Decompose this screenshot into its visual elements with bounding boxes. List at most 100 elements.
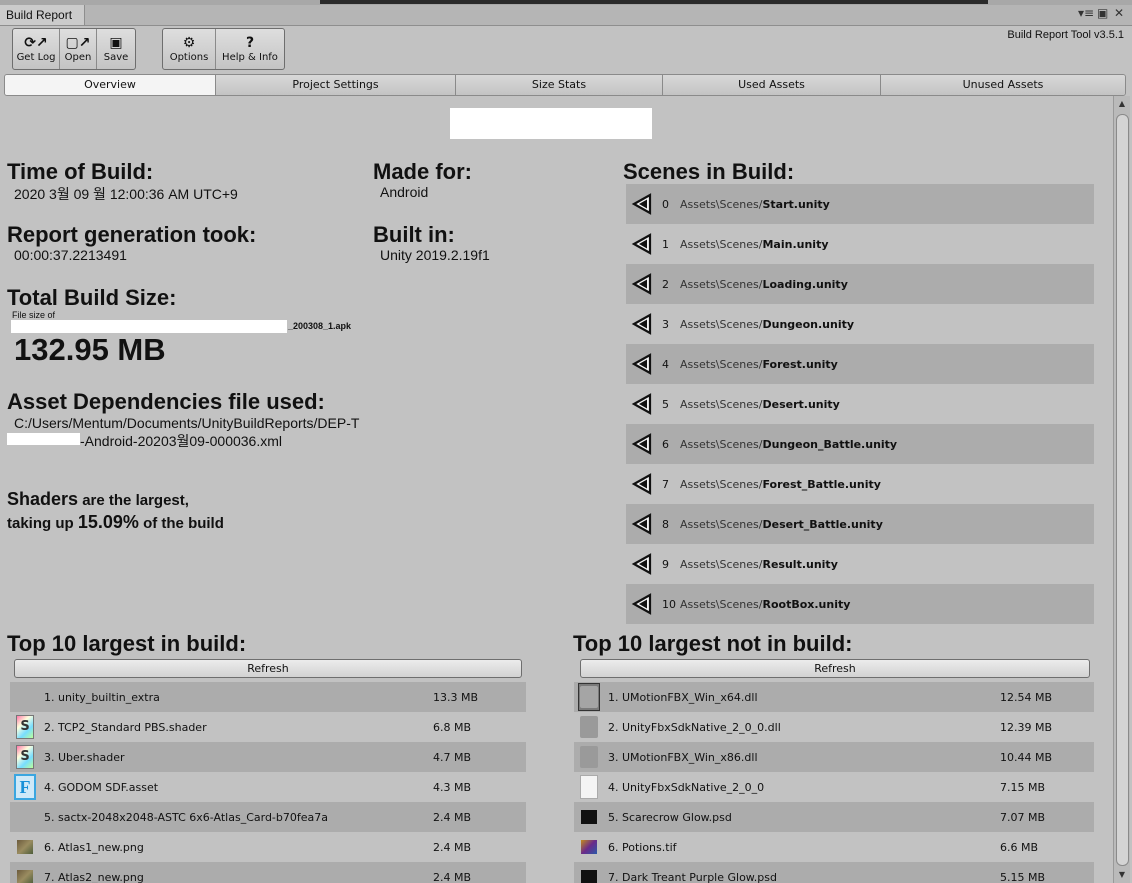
tab-used-assets[interactable]: Used Assets bbox=[663, 75, 881, 95]
asset-size: 10.44 MB bbox=[1000, 750, 1053, 764]
built-in-value: Unity 2019.2.19f1 bbox=[380, 247, 490, 263]
asset-row[interactable]: 2. UnityFbxSdkNative_2_0_0.dll 12.39 MB bbox=[574, 712, 1094, 742]
asset-row[interactable]: 6. Potions.tif 6.6 MB bbox=[574, 832, 1094, 862]
get-log-label: Get Log bbox=[16, 52, 56, 63]
scroll-down-icon[interactable]: ▼ bbox=[1114, 869, 1130, 881]
asset-row[interactable]: 7. Atlas2_new.png 2.4 MB bbox=[10, 862, 526, 883]
scene-row[interactable]: 2 Assets\Scenes/Loading.unity bbox=[626, 264, 1094, 304]
options-label: Options bbox=[169, 52, 209, 63]
window-tab[interactable]: Build Report bbox=[0, 5, 86, 25]
asset-row[interactable]: F 4. GODOM SDF.asset 4.3 MB bbox=[10, 772, 526, 802]
asset-size: 13.3 MB bbox=[433, 690, 479, 704]
largest-summary-line1: Shaders are the largest, bbox=[7, 489, 189, 510]
close-icon[interactable]: ✕ bbox=[1114, 6, 1124, 20]
asset-row[interactable]: 5. sactx-2048x2048-ASTC 6x6-Atlas_Card-b… bbox=[10, 802, 526, 832]
scene-directory: Assets\Scenes/ bbox=[680, 277, 763, 291]
shader-icon: S bbox=[16, 745, 34, 769]
scene-file: Loading.unity bbox=[762, 277, 848, 291]
save-button[interactable]: ▣ Save bbox=[97, 29, 135, 69]
open-icon: ▢↗ bbox=[65, 35, 91, 51]
menu-icon[interactable]: ▾≡ bbox=[1078, 6, 1094, 20]
asset-icon bbox=[578, 835, 600, 859]
help-button[interactable]: ? Help & Info bbox=[216, 29, 284, 69]
scene-file: Forest_Battle.unity bbox=[762, 477, 881, 491]
asset-icon bbox=[14, 865, 36, 883]
scroll-up-icon[interactable]: ▲ bbox=[1114, 98, 1130, 110]
help-label: Help & Info bbox=[222, 52, 278, 63]
asset-row[interactable]: S 2. TCP2_Standard PBS.shader 6.8 MB bbox=[10, 712, 526, 742]
asset-icon bbox=[578, 715, 600, 739]
asset-size: 4.7 MB bbox=[433, 750, 472, 764]
asset-row[interactable]: 1. unity_builtin_extra 13.3 MB bbox=[10, 682, 526, 712]
scene-index: 2 bbox=[662, 277, 669, 291]
scene-directory: Assets\Scenes/ bbox=[680, 597, 763, 611]
scene-file: Dungeon_Battle.unity bbox=[762, 437, 898, 451]
dll-icon bbox=[580, 716, 598, 738]
asset-size: 7.07 MB bbox=[1000, 810, 1046, 824]
refresh-not-in-build-button[interactable]: Refresh bbox=[580, 659, 1090, 678]
asset-size: 2.4 MB bbox=[433, 870, 472, 883]
file-icon bbox=[580, 775, 598, 799]
vertical-scrollbar[interactable]: ▲ ▼ bbox=[1113, 96, 1130, 883]
refresh-in-build-button[interactable]: Refresh bbox=[14, 659, 522, 678]
info-button-group: ⚙ Options ? Help & Info bbox=[162, 28, 285, 70]
asset-row[interactable]: 1. UMotionFBX_Win_x64.dll 12.54 MB bbox=[574, 682, 1094, 712]
open-button[interactable]: ▢↗ Open bbox=[60, 29, 97, 69]
redacted-deps-name bbox=[7, 433, 80, 445]
unity-scene-icon bbox=[630, 431, 656, 457]
made-for-heading: Made for: bbox=[373, 159, 472, 184]
asset-size: 2.4 MB bbox=[433, 840, 472, 854]
unity-scene-icon bbox=[630, 351, 656, 377]
scene-row[interactable]: 4 Assets\Scenes/Forest.unity bbox=[626, 344, 1094, 384]
tab-unused-assets[interactable]: Unused Assets bbox=[881, 75, 1125, 95]
scene-directory: Assets\Scenes/ bbox=[680, 557, 763, 571]
get-log-button[interactable]: ⟳↗ Get Log bbox=[13, 29, 60, 69]
top-not-in-build-list: 1. UMotionFBX_Win_x64.dll 12.54 MB 2. Unit… bbox=[574, 682, 1094, 883]
tab-bar: Overview Project Settings Size Stats Use… bbox=[4, 74, 1126, 96]
asset-icon bbox=[14, 685, 36, 709]
asset-deps-path-line1: C:/Users/Mentum/Documents/UnityBuildRepo… bbox=[14, 415, 360, 431]
asset-row[interactable]: 7. Dark Treant Purple Glow.psd 5.15 MB bbox=[574, 862, 1094, 883]
scene-row[interactable]: 3 Assets\Scenes/Dungeon.unity bbox=[626, 304, 1094, 344]
scene-row[interactable]: 9 Assets\Scenes/Result.unity bbox=[626, 544, 1094, 584]
largest-percent: 15.09% bbox=[77, 512, 139, 532]
tab-size-stats[interactable]: Size Stats bbox=[456, 75, 663, 95]
unity-scene-icon bbox=[630, 191, 656, 217]
asset-size: 2.4 MB bbox=[433, 810, 472, 824]
report-generation-heading: Report generation took: bbox=[7, 222, 257, 247]
scene-index: 10 bbox=[662, 597, 676, 611]
asset-row[interactable]: 5. Scarecrow Glow.psd 7.07 MB bbox=[574, 802, 1094, 832]
asset-row[interactable]: 6. Atlas1_new.png 2.4 MB bbox=[10, 832, 526, 862]
scene-directory: Assets\Scenes/ bbox=[680, 237, 763, 251]
scene-row[interactable]: 10 Assets\Scenes/RootBox.unity bbox=[626, 584, 1094, 624]
version-label: Build Report Tool v3.5.1 bbox=[1007, 29, 1124, 41]
maximize-icon[interactable]: ▣ bbox=[1097, 6, 1108, 20]
scene-row[interactable]: 8 Assets\Scenes/Desert_Battle.unity bbox=[626, 504, 1094, 544]
scene-file: Desert.unity bbox=[762, 397, 840, 411]
time-of-build-heading: Time of Build: bbox=[7, 159, 154, 184]
tab-overview[interactable]: Overview bbox=[5, 75, 216, 95]
scene-row[interactable]: 5 Assets\Scenes/Desert.unity bbox=[626, 384, 1094, 424]
tab-project-settings[interactable]: Project Settings bbox=[216, 75, 456, 95]
scene-directory: Assets\Scenes/ bbox=[680, 197, 763, 211]
gear-icon: ⚙ bbox=[182, 35, 196, 51]
scene-row[interactable]: 7 Assets\Scenes/Forest_Battle.unity bbox=[626, 464, 1094, 504]
asset-row[interactable]: 4. UnityFbxSdkNative_2_0_0 7.15 MB bbox=[574, 772, 1094, 802]
scrollbar-thumb[interactable] bbox=[1116, 114, 1129, 866]
scene-row[interactable]: 1 Assets\Scenes/Main.unity bbox=[626, 224, 1094, 264]
scene-directory: Assets\Scenes/ bbox=[680, 397, 763, 411]
open-label: Open bbox=[64, 52, 92, 63]
asset-icon: S bbox=[14, 715, 36, 739]
unity-scene-icon bbox=[630, 591, 656, 617]
asset-row[interactable]: 3. UMotionFBX_Win_x86.dll 10.44 MB bbox=[574, 742, 1094, 772]
scene-row[interactable]: 6 Assets\Scenes/Dungeon_Battle.unity bbox=[626, 424, 1094, 464]
scenes-list: 0 Assets\Scenes/Start.unity 1 Assets\Scenes… bbox=[626, 184, 1094, 624]
question-icon: ? bbox=[245, 35, 255, 51]
redacted-banner bbox=[450, 108, 652, 139]
overview-content: Time of Build: 2020 3월 09 월 12:00:36 AM … bbox=[0, 96, 1113, 883]
texture-icon bbox=[17, 870, 33, 883]
asset-row[interactable]: S 3. Uber.shader 4.7 MB bbox=[10, 742, 526, 772]
options-button[interactable]: ⚙ Options bbox=[163, 29, 216, 69]
scene-row[interactable]: 0 Assets\Scenes/Start.unity bbox=[626, 184, 1094, 224]
asset-icon bbox=[14, 805, 36, 829]
